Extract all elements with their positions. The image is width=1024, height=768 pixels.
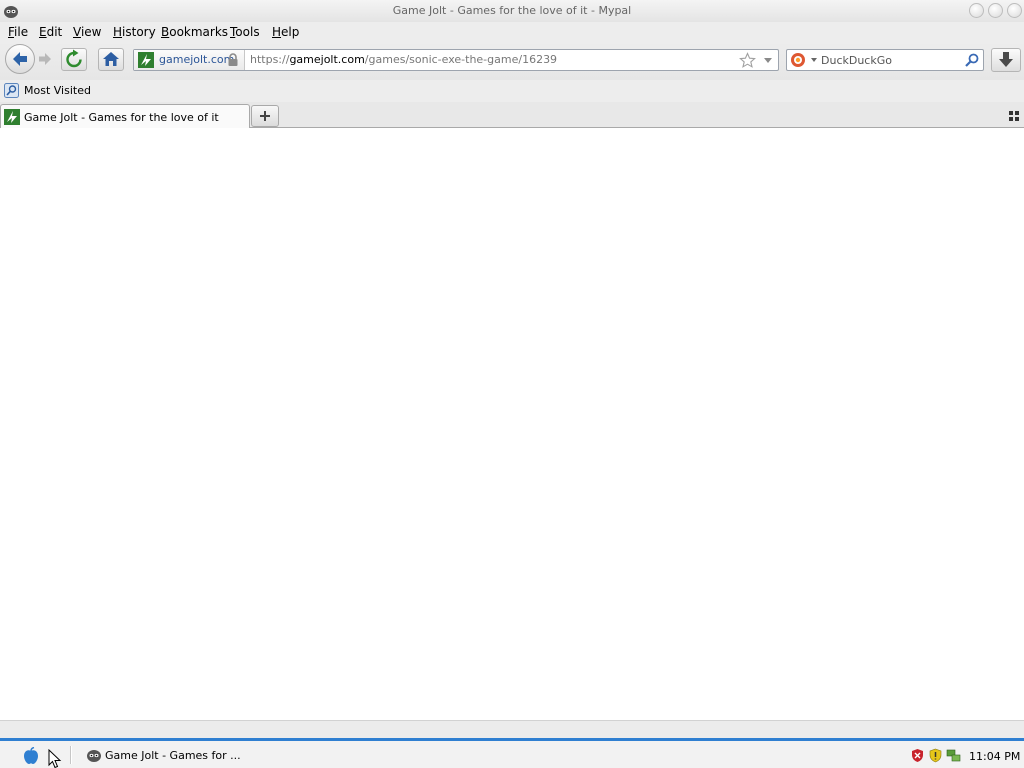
close-button[interactable] xyxy=(1007,3,1022,18)
taskbar-window-label: Game Jolt - Games for ... xyxy=(105,749,241,762)
identity-domain: gamejolt.com xyxy=(159,53,235,66)
site-identity-button[interactable]: gamejolt.com xyxy=(134,50,245,70)
menu-help[interactable]: Help xyxy=(272,25,299,39)
menu-edit[interactable]: Edit xyxy=(39,25,62,39)
taskbar-separator xyxy=(70,746,72,764)
new-tab-button[interactable] xyxy=(251,105,279,127)
duckduckgo-engine-icon[interactable] xyxy=(790,52,820,68)
navigation-toolbar: gamejolt.com https://gamejolt.com/games/… xyxy=(0,42,1024,80)
mouse-cursor-icon xyxy=(48,749,62,768)
taskbar-clock: 11:04 PM xyxy=(969,750,1021,763)
start-menu-icon[interactable] xyxy=(22,747,40,765)
url-path: /games/sonic-exe-the-game/16239 xyxy=(364,53,558,66)
gamejolt-favicon xyxy=(138,52,154,68)
url-host: gamejolt.com xyxy=(289,53,365,66)
gamejolt-favicon xyxy=(4,109,20,125)
window-title: Game Jolt - Games for the love of it - M… xyxy=(392,4,632,17)
menu-bar: File Edit View History Bookmarks Tools H… xyxy=(0,22,1024,42)
menu-file[interactable]: File xyxy=(8,25,28,39)
tab-gamejolt[interactable]: Game Jolt - Games for the love of it xyxy=(0,104,250,128)
bookmark-most-visited[interactable]: Most Visited xyxy=(24,84,91,97)
os-taskbar: Game Jolt - Games for ... 11:04 PM xyxy=(0,738,1024,768)
minimize-button[interactable] xyxy=(969,3,984,18)
bookmark-star-icon[interactable] xyxy=(739,52,756,69)
url-scheme: https:// xyxy=(250,53,290,66)
status-bar xyxy=(0,720,1024,738)
menu-bookmarks[interactable]: Bookmarks xyxy=(161,25,228,39)
bookmarks-toolbar: Most Visited xyxy=(0,80,1024,102)
home-button[interactable] xyxy=(98,48,124,71)
tab-groups-icon[interactable] xyxy=(1008,110,1020,122)
downloads-button[interactable] xyxy=(991,48,1021,72)
search-input[interactable] xyxy=(821,52,961,68)
shield-yellow-icon[interactable] xyxy=(928,748,943,763)
most-visited-icon xyxy=(4,83,19,98)
back-arrow-icon xyxy=(13,52,27,66)
maximize-button[interactable] xyxy=(988,3,1003,18)
tab-label: Game Jolt - Games for the love of it xyxy=(24,111,219,124)
search-magnifier-icon[interactable] xyxy=(964,52,980,68)
tab-bar: Game Jolt - Games for the love of it xyxy=(0,102,1024,128)
address-bar[interactable]: gamejolt.com https://gamejolt.com/games/… xyxy=(133,49,779,71)
taskbar-window-gamejolt[interactable]: Game Jolt - Games for ... xyxy=(82,744,242,766)
window-titlebar: Game Jolt - Games for the love of it - M… xyxy=(0,0,1024,22)
download-arrow-icon xyxy=(999,52,1013,67)
menu-history[interactable]: History xyxy=(113,25,156,39)
mypal-app-icon xyxy=(87,750,101,762)
lock-icon xyxy=(228,53,238,66)
home-icon xyxy=(103,52,119,66)
menu-view[interactable]: View xyxy=(73,25,101,39)
menu-tools[interactable]: Tools xyxy=(230,25,260,39)
forward-button[interactable] xyxy=(36,50,54,68)
network-icon[interactable] xyxy=(946,748,961,763)
back-button[interactable] xyxy=(5,44,35,74)
url-text[interactable]: https://gamejolt.com/games/sonic-exe-the… xyxy=(250,53,557,66)
search-bar[interactable] xyxy=(786,49,984,71)
plus-icon xyxy=(260,111,270,121)
url-dropdown-icon[interactable] xyxy=(762,54,774,66)
page-content[interactable] xyxy=(0,128,1024,720)
reload-icon xyxy=(66,49,82,68)
shield-red-icon[interactable] xyxy=(910,748,925,763)
reload-button[interactable] xyxy=(61,48,87,71)
